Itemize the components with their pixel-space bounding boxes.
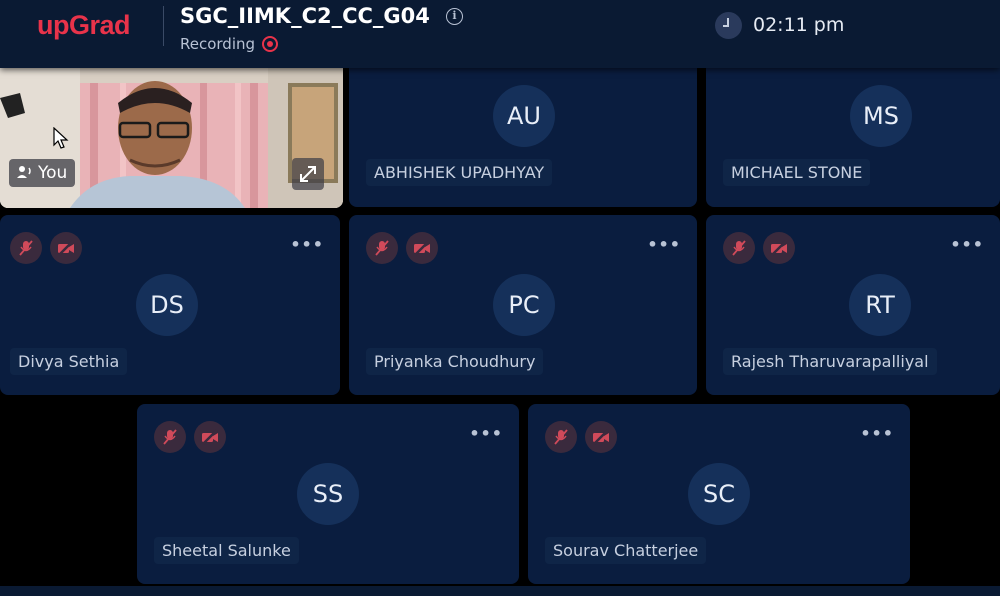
participant-tile[interactable]: ••• PC Priyanka Choudhury [349, 215, 697, 395]
participant-avatar: SS [297, 463, 359, 525]
participant-avatar: MS [850, 85, 912, 147]
participant-tile[interactable]: AU ABHISHEK UPADHYAY [349, 60, 697, 207]
recording-indicator-icon [262, 36, 278, 52]
camera-off-icon [763, 232, 795, 264]
participant-tile[interactable]: ••• SS Sheetal Salunke [137, 404, 519, 584]
participant-name: MICHAEL STONE [723, 159, 871, 186]
participant-name: Sheetal Salunke [154, 537, 299, 564]
participant-avatar: RT [849, 274, 911, 336]
mic-off-icon [545, 421, 577, 453]
more-options-button[interactable]: ••• [860, 424, 894, 443]
participant-tile[interactable]: ••• RT Rajesh Tharuvarapalliyal [706, 215, 1000, 395]
participant-name: ABHISHEK UPADHYAY [366, 159, 553, 186]
more-options-button[interactable]: ••• [469, 424, 503, 443]
self-video-tile[interactable]: You [0, 68, 343, 208]
meeting-title: SGC_IIMK_C2_CC_G04 [180, 4, 430, 28]
more-options-button[interactable]: ••• [647, 235, 681, 254]
self-label: You [9, 159, 76, 187]
camera-off-icon [50, 232, 82, 264]
bottom-toolbar-edge [0, 586, 1000, 596]
participant-name: Sourav Chatterjee [545, 537, 707, 564]
clock-icon [715, 12, 742, 39]
more-options-button[interactable]: ••• [950, 235, 984, 254]
participant-tile[interactable]: MS MICHAEL STONE [706, 60, 1000, 207]
meeting-time: 02:11 pm [753, 14, 845, 36]
participant-avatar: SC [688, 463, 750, 525]
camera-off-icon [406, 232, 438, 264]
info-icon[interactable]: i [446, 8, 463, 25]
self-label-text: You [38, 163, 68, 183]
mic-off-icon [10, 232, 42, 264]
mic-off-icon [366, 232, 398, 264]
meeting-header: upGrad SGC_IIMK_C2_CC_G04 i Recording 02… [0, 0, 1000, 68]
participant-avatar: DS [136, 274, 198, 336]
recording-label: Recording [180, 35, 256, 53]
expand-icon [300, 166, 316, 182]
camera-off-icon [194, 421, 226, 453]
participant-avatar: AU [493, 85, 555, 147]
participant-name: Divya Sethia [10, 348, 128, 375]
participant-avatar: PC [493, 274, 555, 336]
upgrad-logo: upGrad [37, 10, 131, 40]
participant-name: Rajesh Tharuvarapalliyal [723, 348, 937, 375]
participant-tile[interactable]: ••• SC Sourav Chatterjee [528, 404, 910, 584]
header-divider [163, 6, 164, 46]
participant-name: Priyanka Choudhury [366, 348, 544, 375]
mic-off-icon [723, 232, 755, 264]
audio-indicator-icon [17, 166, 31, 178]
more-options-button[interactable]: ••• [290, 235, 324, 254]
mouse-cursor-icon [53, 127, 69, 149]
mic-off-icon [154, 421, 186, 453]
expand-video-button[interactable] [292, 158, 324, 190]
participant-tile[interactable]: ••• DS Divya Sethia [0, 215, 340, 395]
camera-off-icon [585, 421, 617, 453]
